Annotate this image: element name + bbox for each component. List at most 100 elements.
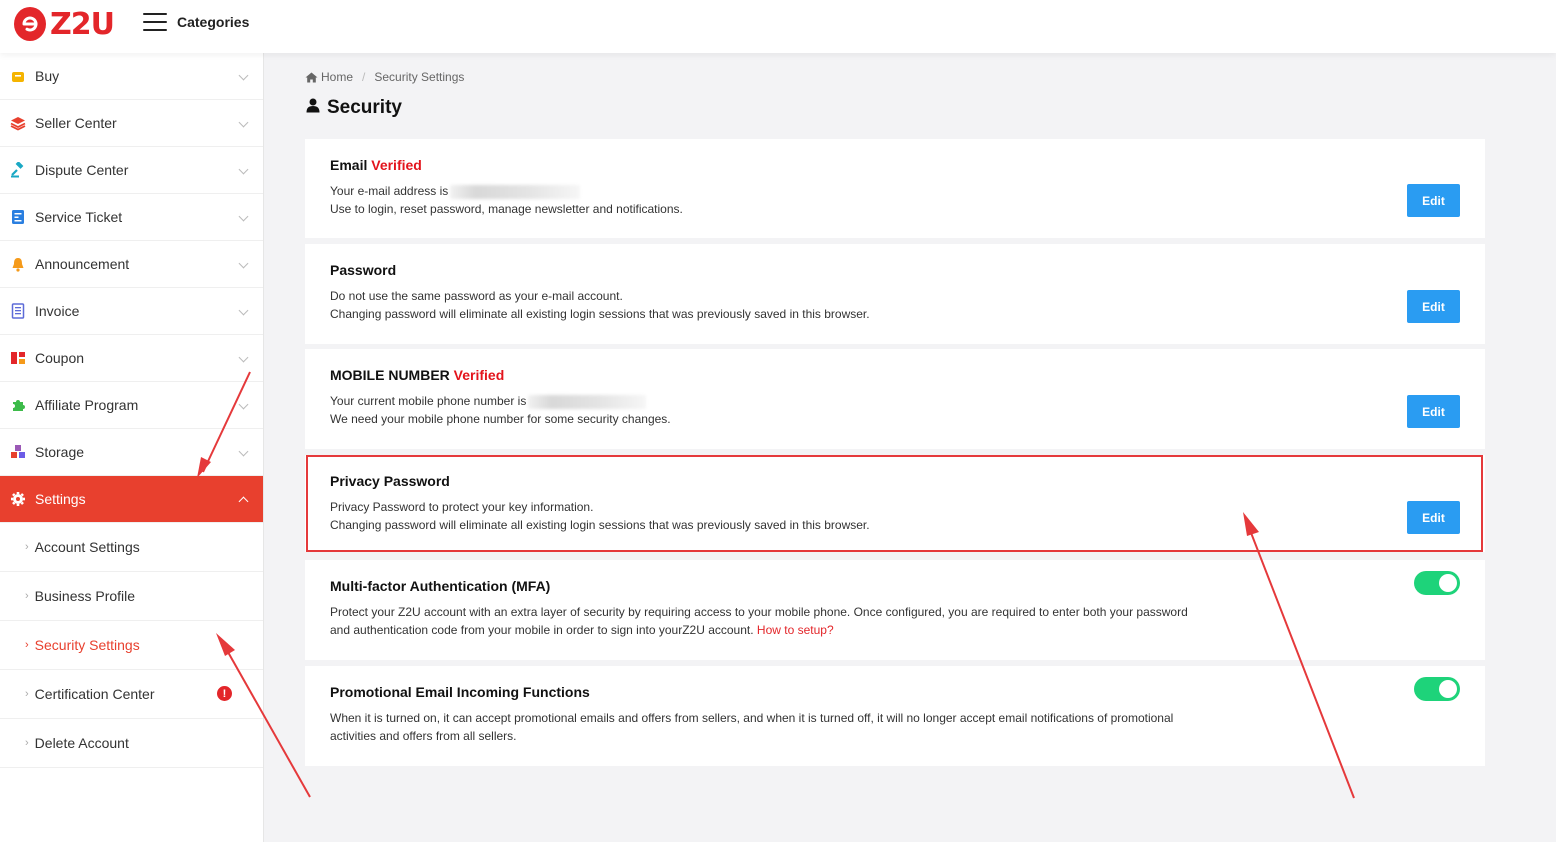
sidebar-item-label: Dispute Center	[35, 162, 129, 178]
promo-line2: activities and offers from all sellers.	[330, 729, 517, 743]
sidebar-item-label: Settings	[35, 491, 86, 507]
edit-password-button[interactable]: Edit	[1407, 290, 1460, 323]
sidebar-subitem-delete-account[interactable]: › Delete Account	[0, 719, 263, 768]
gear-icon	[10, 491, 26, 507]
mfa-line2: and authentication code from your mobile…	[330, 623, 834, 637]
chevron-down-icon	[238, 258, 249, 269]
shopping-bag-icon	[10, 68, 26, 84]
mfa-toggle[interactable]	[1414, 571, 1460, 595]
promo-line1: When it is turned on, it can accept prom…	[330, 711, 1174, 725]
chevron-down-icon	[238, 446, 249, 457]
privacy-password-card: Privacy Password Privacy Password to pro…	[305, 455, 1485, 552]
redacted-email	[450, 184, 581, 199]
mobile-verified-badge: Verified	[453, 367, 505, 383]
chevron-down-icon	[238, 211, 249, 222]
password-card-title: Password	[330, 262, 397, 278]
how-to-setup-link[interactable]: How to setup?	[757, 623, 834, 637]
sidebar-item-coupon[interactable]: Coupon	[0, 335, 263, 382]
z2u-logo[interactable]: Z2U	[14, 5, 115, 43]
chevron-down-icon	[238, 305, 249, 316]
page-title: Security	[306, 97, 402, 119]
edit-email-button[interactable]: Edit	[1407, 184, 1460, 217]
cubes-icon	[10, 444, 26, 460]
sidebar-item-seller-center[interactable]: Seller Center	[0, 100, 263, 147]
bell-icon	[10, 256, 26, 272]
page-title-text: Security	[327, 97, 402, 118]
ticket-icon	[10, 209, 26, 225]
chevron-down-icon	[238, 164, 249, 175]
chevron-right-icon: ›	[25, 541, 29, 553]
sidebar-item-label: Storage	[35, 444, 85, 460]
mobile-card-title: MOBILE NUMBER Verified	[330, 367, 505, 383]
sidebar-item-label: Buy	[35, 68, 60, 84]
breadcrumb-home-link[interactable]: Home	[321, 70, 353, 84]
sidebar-item-label: Seller Center	[35, 115, 117, 131]
mobile-description: We need your mobile phone number for som…	[330, 412, 671, 426]
sidebar-item-affiliate-program[interactable]: Affiliate Program	[0, 382, 263, 429]
email-verified-badge: Verified	[371, 157, 422, 173]
sidebar: Buy Seller Center Dispute Center Service…	[0, 53, 264, 842]
password-line2: Changing password will eliminate all exi…	[330, 307, 870, 321]
email-card-title: Email Verified	[330, 157, 422, 173]
sidebar-subitem-label: Certification Center	[34, 686, 155, 702]
breadcrumb-separator: /	[362, 70, 366, 84]
sidebar-item-invoice[interactable]: Invoice	[0, 288, 263, 335]
edit-privacy-password-button[interactable]: Edit	[1407, 501, 1460, 534]
invoice-icon	[10, 303, 26, 319]
sidebar-item-service-ticket[interactable]: Service Ticket	[0, 194, 263, 241]
privacy-line1: Privacy Password to protect your key inf…	[330, 500, 594, 514]
sidebar-subitem-certification-center[interactable]: › Certification Center !	[0, 670, 263, 719]
sidebar-subitem-label: Security Settings	[34, 637, 140, 653]
coupon-icon	[10, 350, 26, 366]
breadcrumb-current: Security Settings	[374, 70, 465, 84]
toggle-knob	[1439, 574, 1457, 592]
puzzle-icon	[10, 397, 26, 413]
edit-mobile-button[interactable]: Edit	[1407, 395, 1460, 428]
logo-text: Z2U	[50, 6, 115, 42]
categories-menu-button[interactable]: Categories	[143, 13, 249, 31]
sidebar-subitem-label: Business Profile	[34, 588, 136, 604]
chevron-down-icon	[238, 399, 249, 410]
chevron-right-icon: ›	[25, 688, 29, 700]
sidebar-item-announcement[interactable]: Announcement	[0, 241, 263, 288]
sidebar-subitem-security-settings[interactable]: › Security Settings	[0, 621, 263, 670]
sidebar-item-storage[interactable]: Storage	[0, 429, 263, 476]
categories-label: Categories	[177, 14, 250, 30]
email-address-line: Your e-mail address is	[330, 182, 1460, 200]
gavel-icon	[10, 162, 26, 178]
sidebar-item-label: Invoice	[35, 303, 80, 319]
chevron-up-icon	[238, 496, 249, 507]
warning-badge-icon: !	[217, 686, 232, 701]
sidebar-item-label: Service Ticket	[35, 209, 123, 225]
email-card: Email Verified Your e-mail address is Us…	[305, 139, 1485, 238]
chevron-right-icon: ›	[25, 737, 29, 749]
sidebar-item-label: Affiliate Program	[35, 397, 139, 413]
chevron-down-icon	[238, 352, 249, 363]
sidebar-item-label: Coupon	[35, 350, 85, 366]
privacy-line2: Changing password will eliminate all exi…	[330, 518, 870, 532]
redacted-phone	[528, 394, 647, 409]
top-header: Z2U Categories	[0, 0, 1556, 53]
promotional-email-card: Promotional Email Incoming Functions Whe…	[305, 666, 1485, 766]
sidebar-subitem-label: Delete Account	[34, 735, 129, 751]
sidebar-subitem-account-settings[interactable]: › Account Settings	[0, 523, 263, 572]
chevron-right-icon: ›	[25, 590, 29, 602]
mobile-card: MOBILE NUMBER Verified Your current mobi…	[305, 349, 1485, 449]
sidebar-item-buy[interactable]: Buy	[0, 53, 263, 100]
breadcrumb: Home / Security Settings	[305, 70, 464, 84]
email-description: Use to login, reset password, manage new…	[330, 202, 683, 216]
sidebar-item-settings[interactable]: Settings	[0, 476, 263, 523]
promotional-email-toggle[interactable]	[1414, 677, 1460, 701]
user-icon	[306, 97, 320, 119]
sidebar-subitem-business-profile[interactable]: › Business Profile	[0, 572, 263, 621]
promo-card-title: Promotional Email Incoming Functions	[330, 684, 590, 700]
logo-mark-icon	[14, 7, 46, 41]
mfa-card: Multi-factor Authentication (MFA) Protec…	[305, 560, 1485, 660]
sidebar-subitem-label: Account Settings	[34, 539, 140, 555]
chevron-right-icon: ›	[25, 639, 29, 651]
chevron-down-icon	[238, 70, 249, 81]
mobile-number-line: Your current mobile phone number is	[330, 392, 1460, 410]
password-card: Password Do not use the same password as…	[305, 244, 1485, 344]
sidebar-item-dispute-center[interactable]: Dispute Center	[0, 147, 263, 194]
hamburger-icon	[143, 13, 167, 31]
